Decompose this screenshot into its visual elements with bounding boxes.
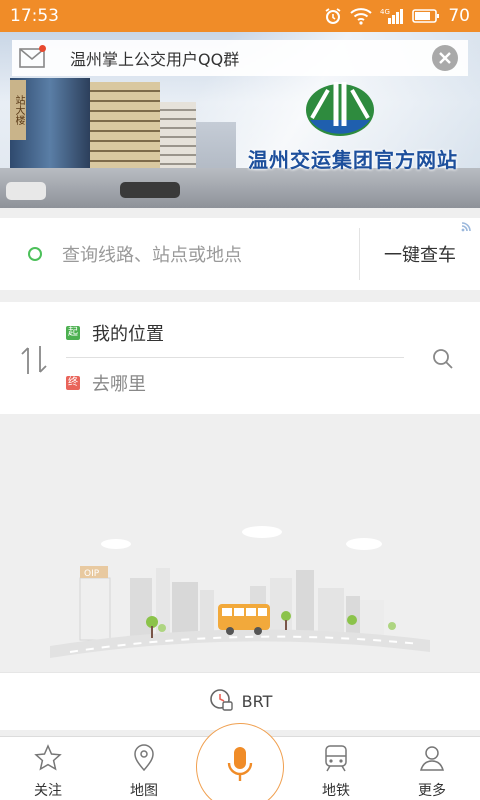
battery-icon: [412, 8, 440, 24]
brt-entry[interactable]: BRT: [0, 672, 480, 730]
brt-label: BRT: [241, 692, 273, 711]
unread-dot: [39, 45, 46, 52]
star-icon: [33, 743, 63, 777]
banner-car: [120, 182, 180, 198]
banner-site-name: 温州交运集团官方网站: [248, 148, 458, 172]
clock-bus-icon: [208, 687, 234, 717]
start-location: 我的位置: [92, 323, 164, 345]
city-illustration: OIP: [0, 420, 480, 668]
network-type: 4G: [380, 8, 390, 16]
tab-follow-label: 关注: [34, 783, 62, 799]
tab-subway[interactable]: 地铁: [296, 743, 376, 800]
search-card: 查询线路、站点或地点 一键查车: [0, 218, 480, 290]
signal-icon: 4G: [380, 7, 404, 25]
map-pin-icon: [129, 743, 159, 777]
voice-button[interactable]: [196, 723, 284, 800]
banner-car: [6, 182, 46, 200]
tab-more[interactable]: 更多: [392, 743, 472, 800]
one-key-bus-button[interactable]: 一键查车: [360, 222, 480, 267]
company-logo: [248, 74, 438, 204]
status-bar: 17:53 4G 70: [0, 0, 480, 32]
one-key-bus-label: 一键查车: [384, 245, 456, 266]
banner-sign: 站大楼: [10, 80, 26, 140]
banner-sign-text: 站大楼: [13, 95, 24, 125]
search-dot-icon: [28, 247, 42, 261]
search-input[interactable]: 查询线路、站点或地点: [62, 241, 359, 267]
search-icon[interactable]: [432, 348, 454, 374]
destination-placeholder: 去哪里: [92, 374, 146, 395]
illustration-sign: OIP: [84, 569, 100, 579]
tab-map[interactable]: 地图: [104, 743, 184, 800]
tab-follow[interactable]: 关注: [8, 743, 88, 800]
status-time: 17:53: [10, 6, 59, 26]
notice-bar[interactable]: 温州掌上公交用户QQ群: [12, 40, 468, 76]
swap-icon[interactable]: [20, 344, 48, 380]
route-end-field[interactable]: 终 去哪里: [66, 358, 404, 408]
end-tag: 终: [66, 376, 80, 390]
broadcast-icon: [460, 217, 474, 238]
route-planner: 起 我的位置 终 去哪里: [0, 302, 480, 414]
wifi-icon: [350, 7, 373, 25]
microphone-icon: [224, 745, 256, 789]
tab-map-label: 地图: [130, 783, 158, 799]
mail-icon[interactable]: [12, 40, 52, 76]
tab-subway-label: 地铁: [322, 783, 350, 799]
subway-icon: [321, 743, 351, 777]
battery-percent: 70: [448, 6, 470, 26]
person-icon: [417, 743, 447, 777]
alarm-icon: [324, 7, 342, 25]
route-start-field[interactable]: 起 我的位置: [66, 308, 404, 358]
tab-more-label: 更多: [418, 783, 446, 799]
bottom-tab-bar: 关注 地图 地铁 更多: [0, 723, 480, 800]
start-tag: 起: [66, 325, 80, 340]
close-icon[interactable]: [432, 45, 458, 71]
notice-text[interactable]: 温州掌上公交用户QQ群: [70, 46, 239, 70]
